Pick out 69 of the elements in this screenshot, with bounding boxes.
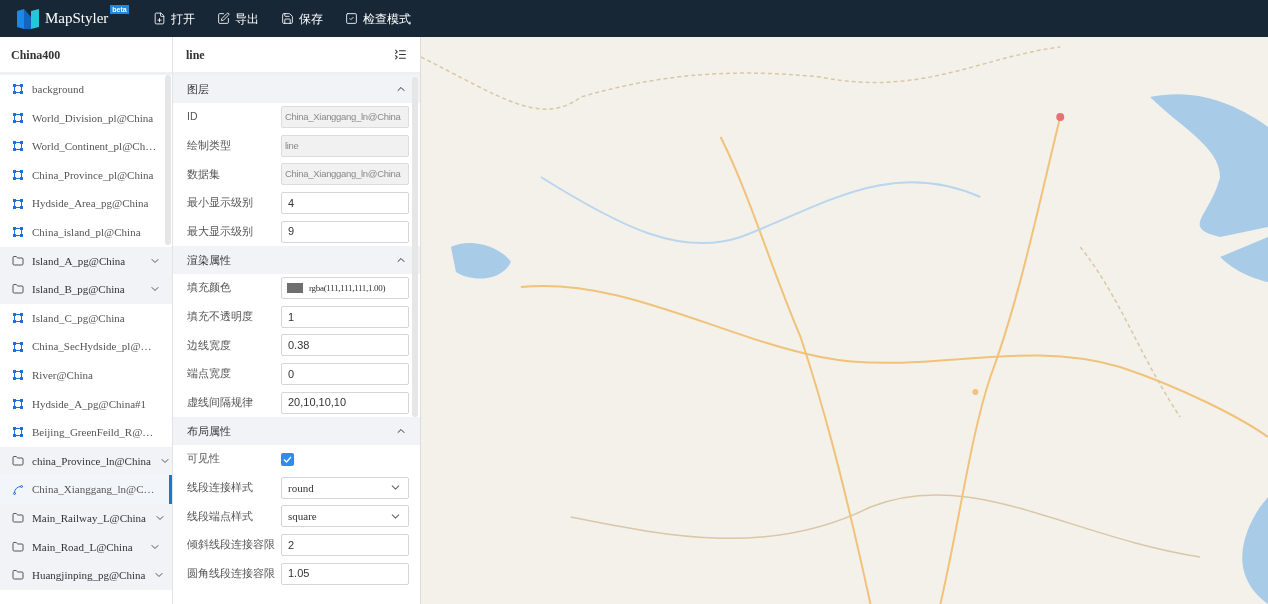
scrollbar-icon [412, 77, 418, 417]
folder-icon [12, 569, 24, 582]
checkbox-icon [344, 12, 358, 25]
field-label: 数据集 [187, 166, 221, 182]
layer-item[interactable]: Main_Railway_L@China [0, 503, 172, 533]
grid-nodes-icon [12, 111, 24, 124]
toolbar-button[interactable]: 导出 [216, 9, 259, 28]
field-label: 倾斜线段连接容限 [187, 537, 276, 553]
folder-icon [12, 512, 24, 525]
grid-nodes-icon [12, 83, 24, 96]
input-field[interactable]: 9 [281, 220, 409, 243]
select-field[interactable]: round [281, 476, 409, 499]
layer-item[interactable]: China_Xianggang_ln@C… [0, 475, 172, 504]
app-name: MapStyler [45, 9, 109, 29]
field-label: 虚线间隔规律 [187, 394, 254, 410]
input-field[interactable]: 20,10,10,10 [281, 391, 409, 414]
field-label: 填充不透明度 [187, 309, 254, 324]
field-label: 圆角线段连接容限 [187, 565, 276, 581]
grid-nodes-icon [12, 169, 24, 182]
toolbar-button[interactable]: 保存 [280, 9, 323, 28]
pen-square-icon [216, 12, 230, 25]
grid-nodes-icon [12, 312, 24, 325]
input-field[interactable]: 1.05 [281, 562, 409, 585]
toolbar-button[interactable]: 检查模式 [344, 9, 411, 28]
field-label: 绘制类型 [187, 138, 232, 153]
section-header[interactable]: 图层 [173, 75, 420, 103]
file-plus-icon [152, 12, 166, 25]
section-header[interactable]: 布局属性 [173, 416, 420, 445]
input-field[interactable]: 0 [281, 363, 409, 386]
collapse-panel-icon[interactable] [394, 48, 407, 61]
folder-icon [12, 540, 24, 553]
checkbox[interactable] [281, 452, 294, 466]
grid-nodes-icon [12, 197, 24, 210]
input-field[interactable]: 2 [281, 534, 409, 556]
grid-nodes-icon [12, 226, 24, 239]
toolbar-button[interactable]: 打开 [152, 9, 195, 28]
folder-icon [12, 254, 24, 267]
layer-item[interactable]: china_Province_ln@China [0, 446, 172, 476]
grid-nodes-icon [12, 140, 24, 153]
section-header[interactable]: 渲染属性 [173, 245, 420, 274]
field-label: ID [187, 109, 199, 125]
color-field[interactable]: rgba(111,111,111,1.00) [281, 277, 409, 300]
layer-item[interactable]: Island_B_pg@China [0, 275, 172, 304]
field-label: 最大显示级别 [187, 223, 254, 239]
select-field[interactable]: square [281, 505, 409, 528]
field-label: 可见性 [187, 451, 221, 467]
field-label: 边线宽度 [187, 337, 232, 353]
field-label: 最小显示级别 [187, 195, 254, 211]
field-label: 填充颜色 [187, 280, 232, 296]
line-icon [12, 483, 24, 496]
layer-item[interactable]: Huangjinping_pg@China [0, 561, 172, 590]
grid-nodes-icon [12, 340, 24, 353]
logo-icon [17, 8, 39, 29]
grid-nodes-icon [12, 397, 24, 410]
input-field[interactable]: 0.38 [281, 334, 409, 357]
folder-icon [12, 283, 24, 296]
grid-nodes-icon [12, 369, 24, 382]
field-label: 线段连接样式 [187, 479, 254, 495]
panel-title: line [186, 46, 205, 64]
layer-item[interactable]: Island_A_pg@China [0, 246, 172, 276]
field-label: 线段端点样式 [187, 508, 254, 524]
floppy-icon [280, 12, 294, 25]
color-value: rgba(111,111,111,1.00) [309, 281, 386, 295]
layer-item[interactable]: Main_Road_L@China [0, 532, 172, 562]
field-label: 端点宽度 [187, 366, 232, 382]
input-field[interactable]: 1 [281, 305, 409, 328]
input-field[interactable]: 4 [281, 192, 409, 215]
folder-icon [12, 455, 24, 467]
grid-nodes-icon [12, 426, 24, 439]
